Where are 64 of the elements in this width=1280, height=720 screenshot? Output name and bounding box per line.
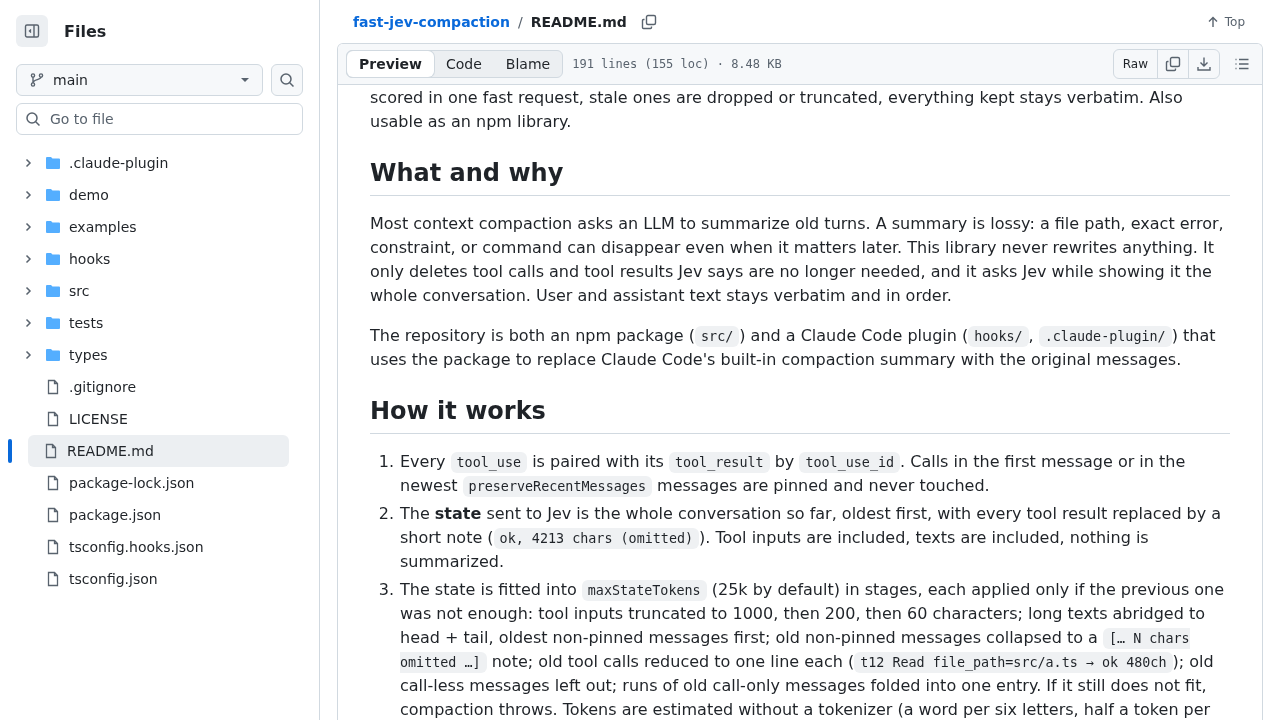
folder-icon	[45, 219, 61, 235]
file-tree-item[interactable]: tests	[16, 307, 289, 339]
repository-link[interactable]: fast-jev-compaction	[353, 13, 510, 30]
folder-icon	[45, 283, 61, 299]
paragraph: The repository is both an npm package ( src/ ) and a Claude Code plugin ( hooks/ , .claude-plugin/ ) that uses the package to replace Claude Code's built-in compaction summary with the original messages.	[370, 325, 1217, 371]
copy-path-button[interactable]	[640, 13, 657, 30]
file-tree-item[interactable]: types	[16, 339, 289, 371]
file-name: README.md	[530, 13, 627, 30]
arrow-up-icon	[1206, 15, 1219, 28]
file-tree-item[interactable]: LICENSE	[16, 403, 289, 435]
file-icon	[45, 475, 61, 491]
section-heading: What and why	[370, 158, 1230, 196]
list-number: 1.	[377, 451, 395, 473]
file-tree-item[interactable]: hooks	[16, 243, 289, 275]
file-info: 191 lines (155 loc) · 8.48 KB	[572, 57, 782, 71]
sidebar-title: Files	[64, 21, 107, 41]
file-tree-item[interactable]: README.md	[28, 435, 289, 467]
file-tree-item[interactable]: tsconfig.json	[16, 563, 289, 595]
list-number: 2.	[377, 503, 395, 525]
branch-icon	[29, 72, 45, 88]
selection-indicator	[8, 439, 12, 463]
file-icon	[45, 539, 61, 555]
list-icon	[1234, 56, 1250, 72]
go-to-file-field[interactable]: Go to file	[16, 103, 303, 135]
file-tree-item[interactable]: tsconfig.hooks.json	[16, 531, 289, 563]
list-number: 3.	[377, 579, 395, 601]
file-tree-item[interactable]: src	[16, 275, 289, 307]
sidebar-toggle-button[interactable]	[16, 15, 48, 47]
folder-icon	[45, 251, 61, 267]
file-tree-item[interactable]: demo	[16, 179, 289, 211]
file-tree-item[interactable]: .claude-plugin	[16, 147, 289, 179]
search-icon	[25, 111, 41, 127]
top-link[interactable]: Top	[1206, 14, 1245, 29]
copy-icon	[1165, 56, 1181, 72]
folder-icon	[45, 155, 61, 171]
sidebar-icon	[24, 23, 40, 39]
download-icon	[1196, 56, 1212, 72]
file-icon	[45, 507, 61, 523]
view-tab[interactable]: Code	[434, 51, 494, 77]
view-tab[interactable]: Preview	[347, 51, 434, 77]
list-item-text: Every tool_use is paired with its tool_result by tool_use_id . Calls in the first message or in the newest preserveRecentMessages messages are pinned and never touched.	[400, 451, 1187, 498]
file-tree-item[interactable]: package.json	[16, 499, 289, 531]
view-tab[interactable]: Blame	[493, 51, 563, 77]
list-item-text: The state sent to Jev is the whole conversation so far, oldest first, with every tool result replaced by a short note ( ok, 4213 chars (omitted) ). Tool inputs are included, texts are included, nothing is summarized.	[400, 503, 1223, 573]
file-icon	[43, 443, 59, 459]
file-tree-item[interactable]: package-lock.json	[16, 467, 289, 499]
file-icon	[45, 571, 61, 587]
path-separator: /	[517, 13, 523, 30]
list-item-text: The state is fitted into maxStateTokens (25k by default) in stages, each applied only if the previous one was not enough: tool inputs truncated to 1000, then 200, then 60 characters; long texts abridged to head + tail, oldest non-pinned messages first; old non-pinned messages collapsed to a [… N chars omitted …] note; old tool calls reduced to one line each ( t12 Read file_path=src/a.ts → ok 480ch ); old call-less messages left out; runs of old call-only messages folded into one entry. If it still does not fit, compaction throws. Tokens are estimated without a tokenizer (a word per six letters, half a token per	[400, 579, 1226, 720]
branch-dropdown[interactable]: main	[16, 64, 263, 96]
search-icon	[279, 72, 295, 88]
folder-icon	[45, 347, 61, 363]
file-icon	[45, 379, 61, 395]
file-tree-item[interactable]: examples	[16, 211, 289, 243]
paragraph: Most context compaction asks an LLM to summarize old turns. A summary is lossy: a file path, exact error, constraint, or command can disappear even when it matters later. This library never rewrites anything. It only deletes tool calls and tool results Jev says are no longer needed, and it asks Jev while showing it the whole conversation. User and assistant text stays verbatim and in order.	[370, 213, 1225, 307]
file-icon	[45, 411, 61, 427]
paragraph: scored in one fast request, stale ones are dropped or truncated, everything kept stays verbatim. Also usable as an npm library.	[370, 87, 1184, 133]
caret-icon	[240, 77, 250, 83]
section-heading: How it works	[370, 396, 1230, 434]
search-button[interactable]	[271, 64, 303, 96]
copy-icon	[640, 13, 657, 30]
folder-icon	[45, 315, 61, 331]
file-tree-item[interactable]: .gitignore	[16, 371, 289, 403]
folder-icon	[45, 187, 61, 203]
